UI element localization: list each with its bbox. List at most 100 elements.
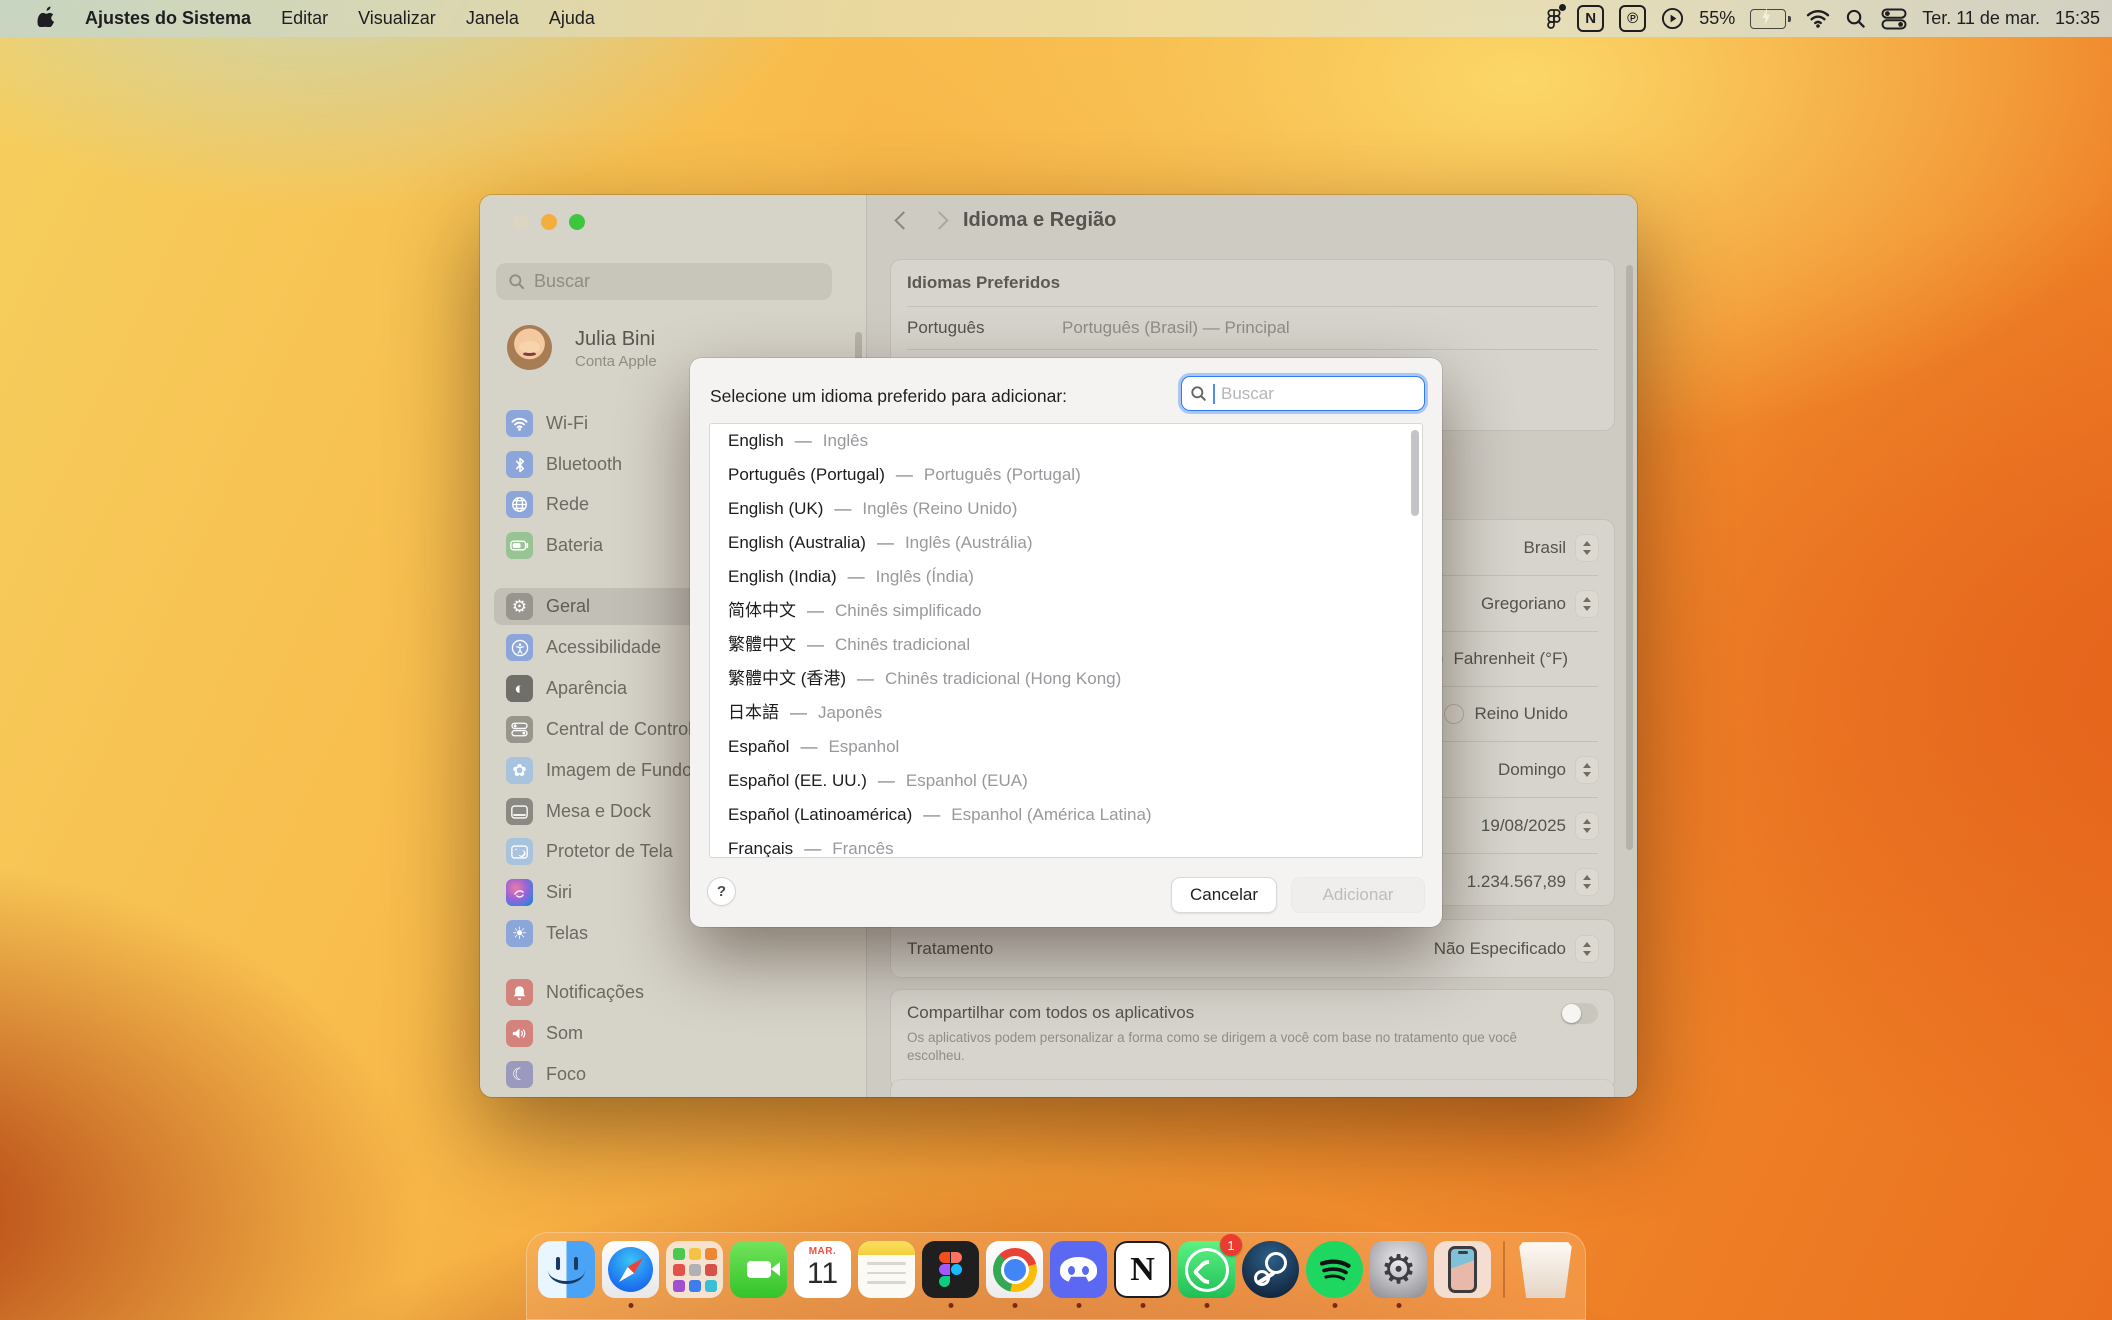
desktop-dock-icon <box>506 798 533 825</box>
preferred-language-value: Português (Brasil) — Principal <box>1062 318 1290 338</box>
dock-settings-icon[interactable]: ⚙ <box>1370 1241 1427 1298</box>
clipped-card: Texto ao Vivo <box>891 1080 1614 1097</box>
dock-chrome-icon[interactable] <box>986 1241 1043 1298</box>
sidebar-item-notificacoes[interactable]: Notificações <box>494 974 852 1011</box>
play-status-icon[interactable] <box>1661 7 1684 31</box>
language-row[interactable]: Français—Francês <box>710 832 1422 857</box>
dock-whatsapp-icon[interactable]: 1 <box>1178 1241 1235 1298</box>
calendar-value: Gregoriano <box>1481 594 1566 614</box>
moon-icon: ☾ <box>506 1061 533 1088</box>
close-button[interactable] <box>513 214 529 230</box>
language-list: English—Inglês Português (Portugal)—Port… <box>710 424 1422 857</box>
dialog-title: Selecione um idioma preferido para adici… <box>710 386 1067 407</box>
language-row[interactable]: English (Australia)—Inglês (Austrália) <box>710 526 1422 560</box>
date-format-dropdown[interactable] <box>1576 813 1598 839</box>
preferred-language-row[interactable]: Português Português (Brasil) — Principal <box>891 307 1614 349</box>
control-center-icon[interactable] <box>1881 7 1907 31</box>
dock-figma-icon[interactable] <box>922 1241 979 1298</box>
p-app-status-icon[interactable]: ℗ <box>1619 5 1646 32</box>
apple-menu-icon[interactable] <box>22 6 70 32</box>
menu-app-name[interactable]: Ajustes do Sistema <box>70 8 266 29</box>
dock-notes-icon[interactable] <box>858 1241 915 1298</box>
add-language-dialog: Selecione um idioma preferido para adici… <box>690 358 1442 927</box>
language-row[interactable]: English—Inglês <box>710 424 1422 458</box>
texto-ao-vivo-row[interactable]: Texto ao Vivo <box>891 1080 1614 1097</box>
preferred-language-name: Português <box>907 318 1062 338</box>
language-row[interactable]: Español—Espanhol <box>710 730 1422 764</box>
dock-calendar-icon[interactable]: MAR. 11 <box>794 1241 851 1298</box>
profile-name[interactable]: Julia Bini <box>575 328 655 351</box>
sidebar-item-som[interactable]: Som <box>494 1015 852 1052</box>
first-weekday-dropdown[interactable] <box>1576 757 1598 783</box>
language-row[interactable]: Español (Latinoamérica)—Espanhol (Améric… <box>710 798 1422 832</box>
share-description: Os aplicativos podem personalizar a form… <box>891 1026 1543 1065</box>
calendar-dropdown[interactable] <box>1576 591 1598 617</box>
add-button-disabled[interactable]: Adicionar <box>1292 878 1424 912</box>
figma-status-icon[interactable] <box>1546 7 1562 31</box>
back-chevron-icon[interactable] <box>894 211 912 229</box>
tratamento-row[interactable]: Tratamento Não Especificado <box>891 920 1614 977</box>
region-value: Brasil <box>1523 538 1566 558</box>
avatar[interactable] <box>507 325 552 370</box>
dock-finder-icon[interactable] <box>538 1241 595 1298</box>
forward-chevron-icon[interactable] <box>930 211 948 229</box>
notion-status-icon[interactable]: N <box>1577 5 1604 32</box>
wifi-status-icon[interactable] <box>1806 7 1830 31</box>
dock-spotify-icon[interactable] <box>1306 1241 1363 1298</box>
cancel-button[interactable]: Cancelar <box>1172 878 1276 912</box>
language-row[interactable]: Español (EE. UU.)—Espanhol (EUA) <box>710 764 1422 798</box>
language-row[interactable]: English (India)—Inglês (Índia) <box>710 560 1422 594</box>
dialog-search-input[interactable]: Buscar <box>1182 377 1424 410</box>
battery-icon[interactable] <box>1750 7 1791 31</box>
dock: MAR. 11 N 1 ⚙ <box>526 1232 1586 1320</box>
dock-facetime-icon[interactable] <box>730 1241 787 1298</box>
language-row[interactable]: 繁體中文—Chinês tradicional <box>710 628 1422 662</box>
help-button[interactable]: ? <box>708 878 735 905</box>
menu-editar[interactable]: Editar <box>266 8 343 29</box>
calendar-month: MAR. <box>794 1241 851 1257</box>
share-toggle[interactable] <box>1561 1003 1598 1024</box>
dock-trash-icon[interactable] <box>1517 1241 1574 1298</box>
running-indicator <box>1396 1303 1401 1308</box>
language-row[interactable]: 简体中文—Chinês simplificado <box>710 594 1422 628</box>
menu-visualizar[interactable]: Visualizar <box>343 8 451 29</box>
dock-launchpad-icon[interactable] <box>666 1241 723 1298</box>
text-caret <box>1213 384 1215 404</box>
language-row[interactable]: Português (Portugal)—Português (Portugal… <box>710 458 1422 492</box>
tratamento-dropdown[interactable] <box>1576 936 1598 962</box>
menu-ajuda[interactable]: Ajuda <box>534 8 610 29</box>
language-row[interactable]: English (UK)—Inglês (Reino Unido) <box>710 492 1422 526</box>
accessibility-icon <box>506 634 533 661</box>
language-row[interactable]: 日本語—Japonês <box>710 696 1422 730</box>
share-card: Compartilhar com todos os aplicativos Os… <box>891 990 1614 1090</box>
running-indicator <box>628 1303 633 1308</box>
menubar-date[interactable]: Ter. 11 de mar. <box>1922 8 2040 29</box>
number-format-dropdown[interactable] <box>1576 869 1598 895</box>
sidebar-search-input[interactable]: Buscar <box>496 263 832 300</box>
search-icon <box>508 273 525 290</box>
tratamento-card: Tratamento Não Especificado <box>891 920 1614 977</box>
reino-unido-radio[interactable] <box>1444 704 1464 724</box>
language-row[interactable]: 繁體中文 (香港)—Chinês tradicional (Hong Kong) <box>710 662 1422 696</box>
region-dropdown[interactable] <box>1576 535 1598 561</box>
control-center-tile-icon <box>506 716 533 743</box>
running-indicator <box>948 1303 953 1308</box>
dialog-list-scrollbar[interactable] <box>1411 430 1419 516</box>
menu-janela[interactable]: Janela <box>451 8 534 29</box>
preferred-languages-header: Idiomas Preferidos <box>891 260 1614 306</box>
content-scrollbar[interactable] <box>1626 265 1633 850</box>
menu-bar: Ajustes do Sistema Editar Visualizar Jan… <box>0 0 2112 37</box>
minimize-button[interactable] <box>541 214 557 230</box>
sidebar-item-foco[interactable]: ☾ Foco <box>494 1056 852 1093</box>
battery-percent: 55% <box>1699 8 1735 29</box>
dock-steam-icon[interactable] <box>1242 1241 1299 1298</box>
dock-safari-icon[interactable] <box>602 1241 659 1298</box>
zoom-button[interactable] <box>569 214 585 230</box>
sidebar-search-placeholder: Buscar <box>534 271 590 292</box>
reino-unido-label: Reino Unido <box>1474 704 1568 724</box>
dock-discord-icon[interactable] <box>1050 1241 1107 1298</box>
spotlight-search-icon[interactable] <box>1845 7 1866 31</box>
dock-iphone-mirroring-icon[interactable] <box>1434 1241 1491 1298</box>
dock-notion-icon[interactable]: N <box>1114 1241 1171 1298</box>
menubar-clock[interactable]: 15:35 <box>2055 8 2100 29</box>
